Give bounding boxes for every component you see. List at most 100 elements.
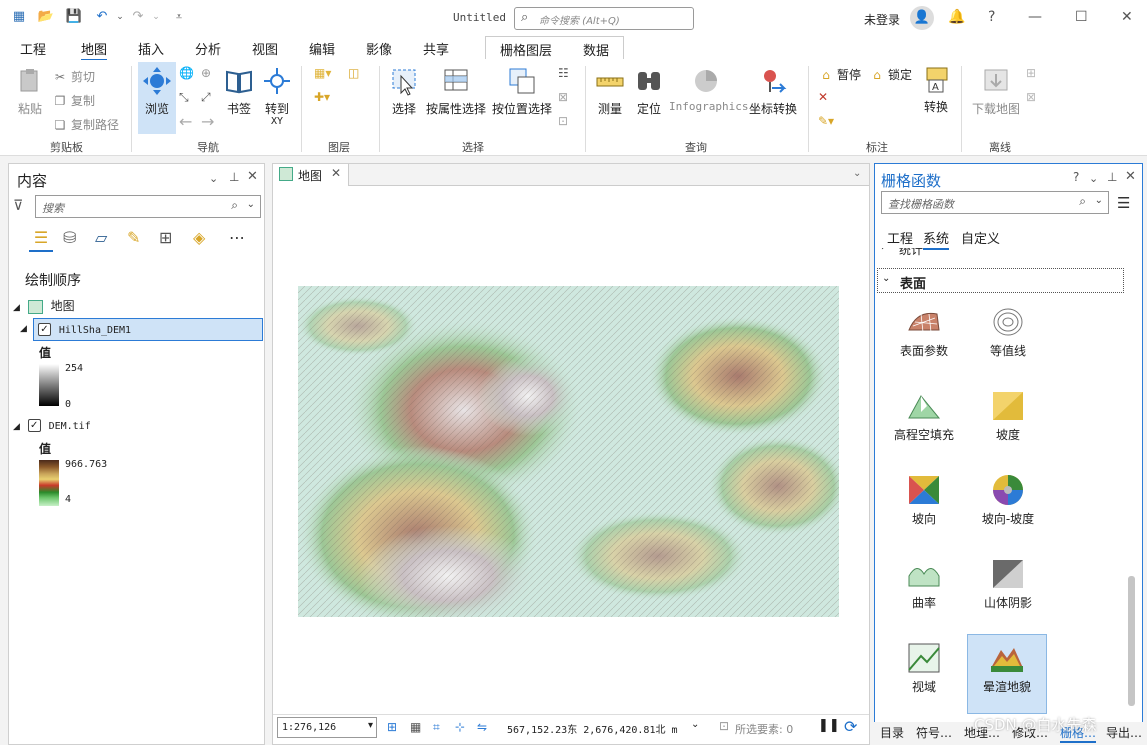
list-by-editing-icon[interactable]: ✎: [127, 228, 140, 247]
raster-function-viewshed[interactable]: 视域: [883, 642, 965, 722]
notification-bell-icon[interactable]: 🔔: [948, 9, 965, 25]
select-button[interactable]: 选择: [386, 66, 422, 117]
login-status[interactable]: 未登录: [864, 11, 900, 28]
bookmarks-button[interactable]: 书签: [222, 66, 256, 117]
goto-xy-button[interactable]: 转到 XY: [259, 66, 295, 127]
zoom-in-fixed-icon[interactable]: ⤡: [179, 90, 189, 105]
category-surface-header[interactable]: ⌄ 表面: [877, 268, 1124, 293]
scrollbar-thumb[interactable]: [1128, 576, 1135, 706]
tab-map[interactable]: 地图: [81, 39, 108, 62]
menu-icon[interactable]: ☰: [1117, 194, 1130, 212]
infographics-button[interactable]: Infographics: [669, 66, 748, 113]
add-preset-icon[interactable]: ◫: [348, 66, 359, 80]
raster-function-slope[interactable]: 坡度: [967, 390, 1049, 470]
scale-selector[interactable]: 1:276,126 ▾: [277, 717, 377, 738]
tab-export[interactable]: 导出…: [1106, 724, 1142, 741]
tab-project[interactable]: 工程: [20, 39, 46, 58]
layer-visibility-checkbox[interactable]: ✓: [27, 419, 41, 432]
remove-offline-icon[interactable]: ⊠: [1026, 90, 1036, 104]
raster-function-contour[interactable]: 等值线: [967, 306, 1049, 386]
save-icon[interactable]: 💾: [64, 8, 84, 26]
convert-labels-button[interactable]: A 转换: [918, 64, 954, 115]
raster-function-aspect[interactable]: 坡向: [883, 474, 965, 554]
add-data-icon[interactable]: ▦▾: [314, 66, 331, 80]
coordinate-dropdown-icon[interactable]: ⌄: [691, 719, 699, 730]
pane-options-icon[interactable]: ⌄: [209, 172, 218, 185]
raster-function-hillshade[interactable]: 山体阴影: [967, 558, 1049, 638]
paste-button[interactable]: 粘贴: [10, 66, 50, 117]
unplaced-labels-icon[interactable]: ✕: [818, 90, 828, 104]
pin-icon[interactable]: ⊥: [1107, 170, 1117, 184]
list-by-snapping-icon[interactable]: ⊞: [159, 228, 172, 247]
add-bookmark-icon[interactable]: ⊞: [387, 720, 397, 734]
avatar-icon[interactable]: 👤: [910, 6, 934, 30]
copy-button[interactable]: ❐ 复制: [52, 92, 95, 109]
list-by-labeling-icon[interactable]: ◈: [193, 228, 205, 247]
list-by-drawing-order-icon[interactable]: ☰: [29, 228, 53, 252]
layer-row-dem[interactable]: ◢ ✓ DEM.tif: [13, 418, 91, 432]
sync-icon[interactable]: ⊞: [1026, 66, 1036, 80]
redo-icon[interactable]: ↷: [128, 8, 148, 26]
contents-search-input[interactable]: 搜索 ⌕ ⌄: [35, 195, 261, 218]
tab-symbology[interactable]: 符号…: [916, 724, 952, 741]
open-project-icon[interactable]: 📂: [36, 8, 56, 26]
list-by-source-icon[interactable]: ⛁: [63, 228, 76, 247]
raster-function-shaded-relief[interactable]: 晕渲地貌: [967, 634, 1047, 714]
tab-share[interactable]: 共享: [423, 39, 449, 58]
select-by-attribute-button[interactable]: 按属性选择: [425, 66, 487, 117]
collapse-arrow-icon[interactable]: ◢: [13, 422, 20, 432]
layer-visibility-checkbox[interactable]: ✓: [38, 323, 51, 336]
tab-data[interactable]: 数据: [583, 40, 609, 59]
pause-labels-button[interactable]: ⌂ 暂停: [818, 66, 861, 83]
category-statistics-row[interactable]: › 统计: [879, 248, 1124, 259]
clear-selection-icon[interactable]: ⊠: [558, 90, 568, 104]
raster-function-elevation-void-fill[interactable]: 高程空填充: [883, 390, 965, 470]
close-pane-icon[interactable]: ✕: [247, 169, 258, 184]
convert-coordinates-button[interactable]: 坐标转换: [748, 66, 798, 117]
lock-labels-button[interactable]: ⌂ 锁定: [869, 66, 912, 83]
raster-function-search-input[interactable]: 查找栅格函数 ⌕ ⌄: [881, 191, 1109, 214]
map-tab[interactable]: 地图 ✕: [273, 164, 349, 186]
tab-insert[interactable]: 插入: [138, 39, 164, 58]
label-options-icon[interactable]: ✎▾: [818, 114, 834, 128]
full-extent-icon[interactable]: 🌐: [179, 66, 194, 80]
help-icon[interactable]: ?: [1073, 170, 1079, 184]
pause-icon[interactable]: ❚❚: [818, 718, 840, 733]
tab-view[interactable]: 视图: [252, 39, 278, 58]
locate-button[interactable]: 定位: [632, 66, 666, 117]
select-by-location-button[interactable]: 按位置选择: [491, 66, 553, 117]
command-search[interactable]: ⌕ 命令搜索 (Alt+Q): [514, 7, 694, 30]
new-project-icon[interactable]: ▦: [9, 8, 29, 26]
undo-dropdown-icon[interactable]: ⌄: [110, 8, 130, 26]
measure-button[interactable]: 测量: [592, 66, 628, 117]
more-options-icon[interactable]: ⋯: [229, 228, 245, 247]
constraint-icon[interactable]: ⊹: [455, 720, 465, 734]
grid-icon[interactable]: ▦: [410, 720, 421, 734]
attributes-icon[interactable]: ☷: [558, 66, 569, 80]
raster-function-surface-parameters[interactable]: 表面参数: [883, 306, 965, 386]
snapping-icon[interactable]: ⌗: [433, 720, 440, 735]
previous-extent-icon[interactable]: ←: [179, 112, 192, 131]
help-icon[interactable]: ?: [988, 9, 995, 25]
fixed-zoom-icon[interactable]: ⊕: [201, 66, 211, 80]
redo-dropdown-icon[interactable]: ⌄: [146, 8, 166, 26]
maximize-icon[interactable]: ☐: [1075, 9, 1088, 25]
next-extent-icon[interactable]: →: [201, 112, 214, 131]
list-by-selection-icon[interactable]: ▱: [95, 228, 107, 247]
refresh-icon[interactable]: ⟳: [844, 717, 857, 736]
zoom-out-fixed-icon[interactable]: ⤢: [201, 90, 211, 105]
tab-raster-layer[interactable]: 栅格图层: [500, 40, 552, 59]
dropdown-arrow-icon[interactable]: ⌄: [1095, 195, 1103, 206]
dropdown-arrow-icon[interactable]: ⌄: [247, 199, 255, 210]
zoom-to-selection-icon[interactable]: ⊡: [558, 114, 568, 128]
hillshade-map-raster[interactable]: [298, 286, 839, 617]
tab-list-dropdown-icon[interactable]: ⌄: [853, 168, 861, 179]
close-pane-icon[interactable]: ✕: [1125, 169, 1136, 184]
tab-system-functions[interactable]: 系统: [923, 228, 950, 250]
tab-analysis[interactable]: 分析: [195, 39, 221, 58]
pause-drawing-icon[interactable]: ⇋: [477, 720, 487, 734]
map-node[interactable]: ◢ 地图: [13, 297, 75, 314]
tab-catalog[interactable]: 目录: [880, 724, 904, 741]
close-tab-icon[interactable]: ✕: [331, 166, 341, 180]
layer-row-hillshade[interactable]: ◢ ✓ HillSha_DEM1: [20, 318, 263, 341]
